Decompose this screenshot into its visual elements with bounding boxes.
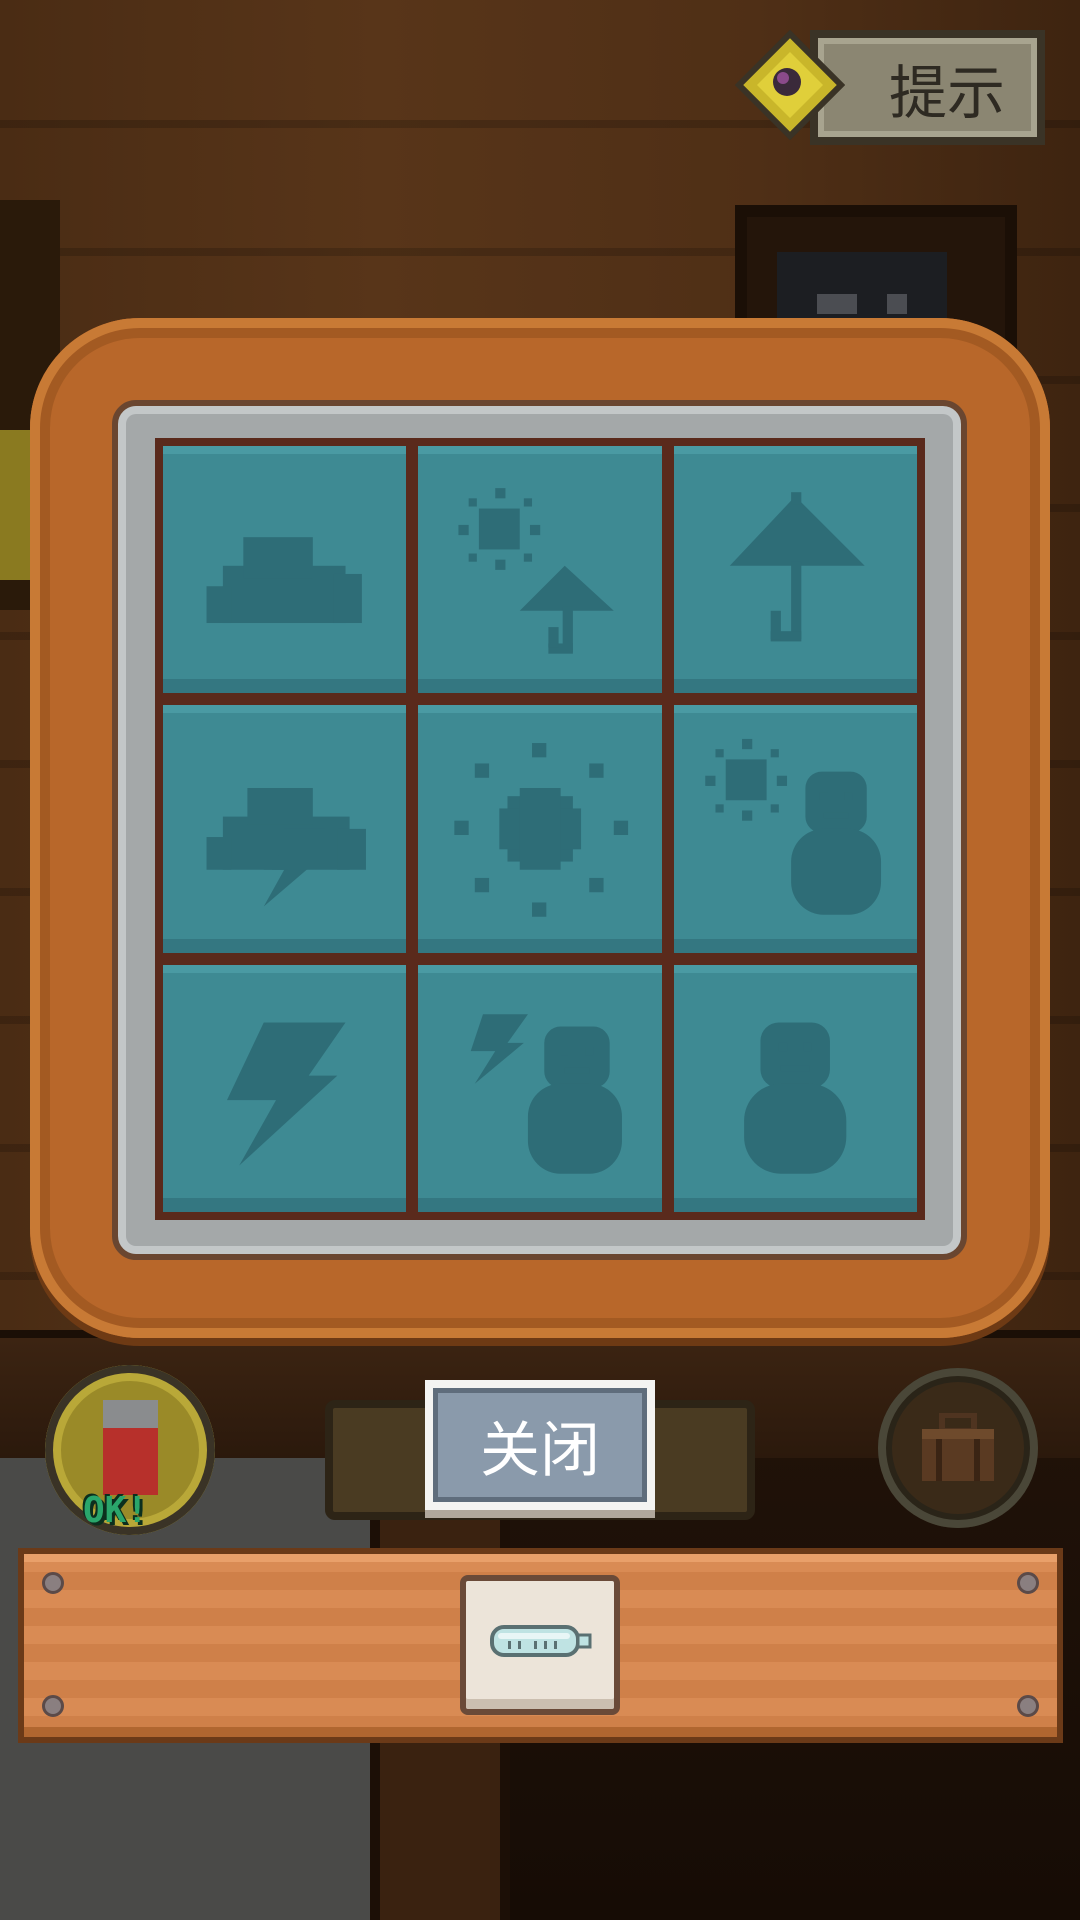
tile-sun-snowman[interactable] (673, 705, 917, 953)
hint-button-label: 提示 (888, 58, 1005, 127)
thunderstorm-icon (206, 788, 367, 907)
sun-snowman-icon (705, 739, 882, 915)
hint-gem-icon[interactable] (735, 30, 845, 140)
tile-thunderstorm[interactable] (163, 705, 407, 953)
tile-lightning-snowman[interactable] (418, 964, 662, 1212)
tile-sun-umbrella[interactable] (418, 446, 662, 694)
background-window-dot (817, 294, 857, 314)
rivet (1017, 1572, 1039, 1594)
hint-button[interactable]: 提示 (810, 30, 1045, 145)
tile-snowman[interactable] (673, 964, 917, 1212)
status-badge-text: OK! (83, 1490, 149, 1531)
bag-icon (922, 1413, 994, 1481)
tile-cloud[interactable] (163, 446, 407, 694)
cloud-icon (206, 536, 363, 623)
close-button[interactable]: 关闭 (425, 1380, 655, 1510)
tile-lightning[interactable] (163, 964, 407, 1212)
lightning-icon (227, 1022, 346, 1166)
rivet (42, 1572, 64, 1594)
lightning-snowman-icon (470, 1014, 622, 1175)
inventory-slot[interactable] (460, 1575, 620, 1715)
robot-figure-icon (103, 1400, 158, 1495)
rivet (1017, 1695, 1039, 1717)
background-window-dot (887, 294, 907, 314)
snowman-icon (744, 1022, 847, 1175)
thermometer-icon (490, 1625, 592, 1657)
umbrella-icon (729, 491, 865, 642)
status-badge[interactable]: OK! (45, 1365, 215, 1535)
bag-button[interactable] (878, 1368, 1038, 1528)
tile-sun[interactable] (418, 705, 662, 953)
tile-umbrella[interactable] (673, 446, 917, 694)
close-button-label: 关闭 (480, 1415, 600, 1486)
sun-umbrella-icon (458, 487, 614, 654)
rivet (42, 1695, 64, 1717)
sun-icon (454, 743, 628, 917)
weather-tile-grid (155, 438, 925, 1220)
